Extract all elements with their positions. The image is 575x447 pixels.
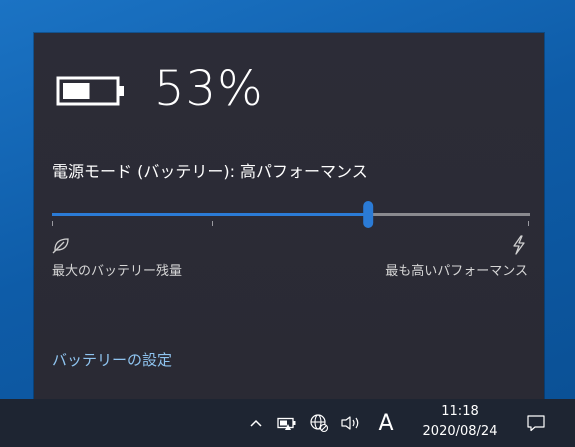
clock-time: 11:18 [441,404,479,419]
leaf-icon [52,238,69,254]
slider-tick-1 [212,221,213,226]
battery-percentage: 53% [154,61,264,117]
slider-track-filled [52,213,369,216]
slider-track-empty [368,213,530,216]
slider-tick-end [528,221,529,226]
mouse-cursor-indicator [285,424,291,430]
battery-settings-link[interactable]: バッテリーの設定 [52,349,172,371]
action-center-button[interactable] [516,399,556,447]
slider-thumb[interactable] [363,201,374,228]
power-mode-slider[interactable] [52,201,530,229]
max-battery-caption: 最大のバッテリー残量 [52,264,183,279]
battery-level-icon [56,76,124,106]
clock-button[interactable]: 11:18 2020/08/24 [410,401,510,445]
tray-network-button[interactable] [304,399,334,447]
slider-tick-start [52,221,53,226]
volume-icon [341,416,359,430]
network-globe-icon [310,414,329,433]
clock-date: 2020/08/24 [422,424,498,439]
ime-indicator-button[interactable]: A [372,399,400,447]
power-mode-label: 電源モード (バッテリー): 高パフォーマンス [52,162,368,181]
tray-battery-button[interactable] [272,399,302,447]
tray-volume-button[interactable] [336,399,366,447]
chevron-up-icon [250,419,262,427]
show-hidden-icons-button[interactable] [244,399,268,447]
best-performance-caption: 最も高いパフォーマンス [385,264,528,279]
lightning-bolt-icon [513,235,525,255]
taskbar: A 11:18 2020/08/24 [0,399,575,447]
notification-icon [527,415,545,432]
battery-flyout: 53% 電源モード (バッテリー): 高パフォーマンス 最大のバッテリー残量 最… [34,33,544,399]
